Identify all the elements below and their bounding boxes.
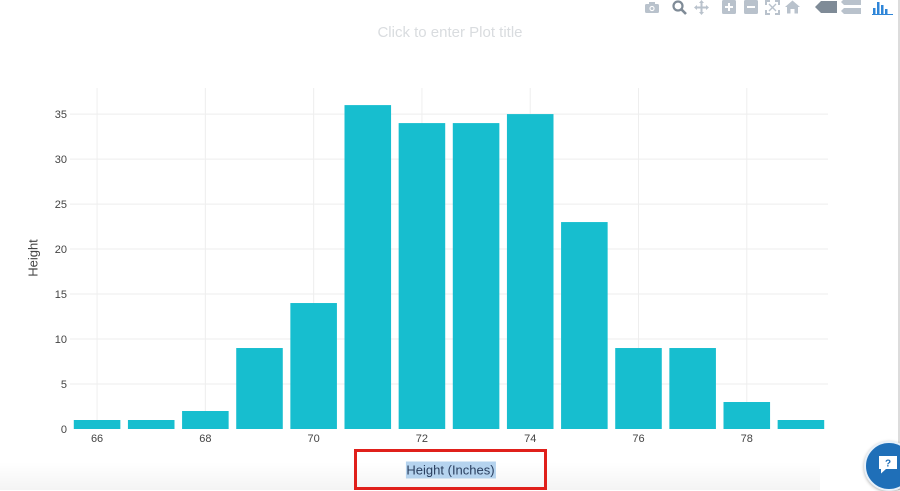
bar[interactable] [127, 420, 175, 429]
x-tick-label: 78 [741, 433, 753, 445]
bar[interactable] [73, 420, 121, 429]
x-axis-label[interactable]: Height (Inches) [405, 461, 496, 478]
y-tick-label: 30 [55, 154, 67, 166]
y-tick-label: 35 [55, 109, 67, 121]
x-tick-label: 76 [632, 433, 644, 445]
bar[interactable] [452, 123, 500, 429]
x-ticks: 66 68 70 72 74 76 78 [91, 433, 753, 445]
y-axis-label[interactable]: Height [26, 239, 41, 277]
bar[interactable] [506, 114, 554, 429]
y-ticks: 0 5 10 15 20 25 30 35 [55, 109, 67, 436]
x-tick-label: 68 [199, 433, 211, 445]
x-tick-label: 74 [524, 433, 536, 445]
chart-canvas: 0 5 10 15 20 25 30 35 66 68 70 72 74 76 78 [55, 88, 828, 445]
y-tick-label: 20 [55, 244, 67, 256]
bar[interactable] [236, 348, 283, 429]
x-tick-label: 66 [91, 433, 103, 445]
bar[interactable] [561, 222, 608, 429]
y-tick-label: 10 [55, 334, 67, 346]
bars [73, 105, 825, 430]
bar[interactable] [290, 303, 337, 429]
y-tick-label: 15 [55, 289, 67, 301]
x-tick-label: 70 [308, 433, 320, 445]
bar[interactable] [182, 411, 229, 429]
bar[interactable] [777, 420, 825, 429]
bar[interactable] [344, 105, 392, 430]
svg-text:?: ? [885, 459, 891, 470]
bar[interactable] [723, 402, 771, 429]
bar[interactable] [398, 123, 446, 429]
y-tick-label: 5 [61, 379, 67, 391]
bar[interactable] [615, 348, 662, 429]
y-tick-label: 0 [61, 424, 67, 436]
y-tick-label: 25 [55, 199, 67, 211]
x-tick-label: 72 [416, 433, 428, 445]
x-axis-label-highlight: Height (Inches) [354, 449, 547, 490]
bar[interactable] [669, 348, 716, 429]
